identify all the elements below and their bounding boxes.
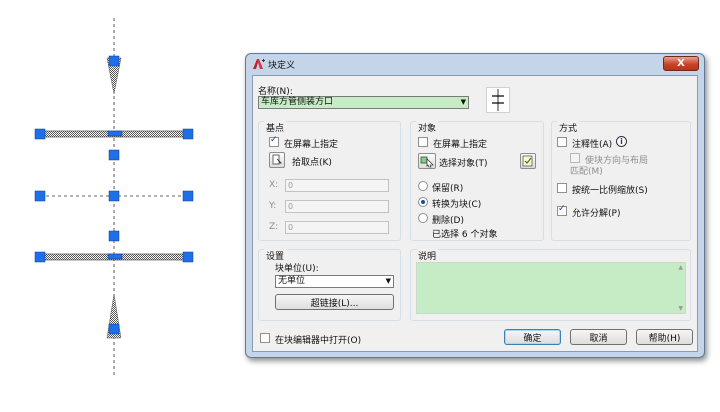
scale-uniformly-label: 按统一比例缩放(S) bbox=[572, 186, 648, 196]
cancel-button[interactable]: 取消 bbox=[570, 329, 627, 345]
grip-handle[interactable] bbox=[108, 149, 120, 161]
grip-handle[interactable] bbox=[34, 251, 46, 263]
pick-point-button[interactable] bbox=[269, 152, 285, 168]
description-group: 说明 ▲ ▼ bbox=[410, 249, 691, 321]
base-specify-on-screen-label: 在屏幕上指定 bbox=[284, 140, 339, 150]
close-button[interactable]: X bbox=[663, 56, 699, 71]
grip-handle[interactable] bbox=[107, 253, 123, 260]
z-coordinate-input[interactable]: 0 bbox=[285, 221, 389, 234]
select-objects-icon bbox=[420, 156, 434, 168]
pick-point-label: 拾取点(K) bbox=[292, 158, 332, 168]
objects-specify-on-screen-checkbox[interactable] bbox=[418, 137, 428, 147]
description-title: 说明 bbox=[416, 249, 439, 262]
grip-handle[interactable] bbox=[182, 128, 194, 140]
hyperlink-button[interactable]: 超链接(L)... bbox=[275, 294, 394, 310]
grip-handle[interactable] bbox=[34, 128, 46, 140]
behavior-title: 方式 bbox=[557, 121, 580, 134]
selected-count-label: 已选择 6 个对象 bbox=[432, 230, 498, 240]
annotative-label: 注释性(A) bbox=[572, 140, 613, 150]
help-button-label: 帮助(H) bbox=[648, 333, 681, 344]
help-button[interactable]: 帮助(H) bbox=[636, 329, 693, 345]
x-coordinate-input[interactable]: 0 bbox=[285, 179, 389, 192]
dialog-client-area: 名称(N): 车库方管侧装方口 ▼ 基点 在屏幕上指定 拾取点(K) bbox=[252, 75, 698, 352]
pick-point-icon bbox=[272, 154, 282, 165]
retain-label: 保留(R) bbox=[432, 184, 464, 194]
hyperlink-button-label: 超链接(L)... bbox=[310, 298, 359, 309]
ok-button[interactable]: 确定 bbox=[504, 329, 561, 345]
dropdown-arrow-icon[interactable]: ▼ bbox=[461, 97, 466, 108]
base-point-title: 基点 bbox=[264, 121, 287, 134]
match-orientation-checkbox[interactable] bbox=[570, 153, 580, 163]
grip-handle[interactable] bbox=[108, 190, 120, 202]
scroll-up-icon[interactable]: ▲ bbox=[678, 264, 683, 271]
objects-specify-on-screen-label: 在屏幕上指定 bbox=[433, 140, 488, 150]
convert-to-block-radio[interactable] bbox=[418, 197, 428, 207]
quick-select-icon bbox=[522, 155, 533, 167]
grip-handle[interactable] bbox=[107, 130, 123, 137]
base-point-group: 基点 在屏幕上指定 拾取点(K) X: 0 Y: 0 Z: 0 bbox=[258, 121, 401, 241]
dropdown-arrow-icon[interactable]: ▼ bbox=[386, 276, 391, 287]
block-preview bbox=[486, 87, 510, 113]
block-unit-label: 块单位(U): bbox=[275, 264, 319, 274]
grip-handle[interactable] bbox=[34, 190, 46, 202]
quick-select-button[interactable] bbox=[520, 153, 536, 169]
z-value: 0 bbox=[288, 223, 294, 232]
grip-handle[interactable] bbox=[182, 251, 194, 263]
y-label: Y: bbox=[269, 201, 277, 211]
block-name-combobox[interactable]: 车库方管侧装方口 ▼ bbox=[258, 96, 469, 109]
objects-title: 对象 bbox=[416, 121, 439, 134]
delete-radio[interactable] bbox=[418, 213, 428, 223]
description-textarea[interactable]: ▲ ▼ bbox=[416, 262, 686, 314]
z-label: Z: bbox=[269, 222, 279, 232]
delete-label: 删除(D) bbox=[432, 216, 464, 226]
grip-handle[interactable] bbox=[108, 55, 120, 67]
ok-button-label: 确定 bbox=[523, 333, 542, 344]
block-name-value: 车库方管侧装方口 bbox=[261, 97, 334, 107]
behavior-group: 方式 注释性(A) i 使块方向与布局 匹配(M) 按统一比例缩放(S) 允许分… bbox=[551, 121, 691, 241]
grip-handle[interactable] bbox=[182, 190, 194, 202]
close-icon: X bbox=[677, 58, 685, 69]
objects-group: 对象 在屏幕上指定 选择对象(T) 保留(R) 转换为块(C) 删除(D) 已选… bbox=[410, 121, 544, 241]
block-definition-dialog: 块定义 X 名称(N): 车库方管侧装方口 ▼ 基点 在屏幕上指定 bbox=[245, 53, 705, 358]
dialog-titlebar[interactable]: 块定义 X bbox=[246, 54, 704, 74]
allow-exploding-checkbox[interactable] bbox=[557, 204, 567, 216]
scale-uniformly-checkbox[interactable] bbox=[557, 183, 567, 193]
dialog-title: 块定义 bbox=[268, 61, 296, 71]
block-preview-icon bbox=[492, 89, 504, 111]
allow-exploding-label: 允许分解(P) bbox=[572, 209, 621, 219]
select-objects-button[interactable] bbox=[418, 153, 436, 169]
info-icon[interactable]: i bbox=[616, 136, 627, 147]
annotative-checkbox[interactable] bbox=[557, 137, 567, 147]
open-in-editor-checkbox[interactable] bbox=[260, 333, 270, 343]
y-value: 0 bbox=[288, 202, 294, 211]
settings-group: 设置 块单位(U): 无单位 ▼ 超链接(L)... bbox=[258, 249, 401, 321]
grip-handle[interactable] bbox=[108, 230, 120, 242]
block-unit-select[interactable]: 无单位 ▼ bbox=[275, 275, 394, 288]
x-label: X: bbox=[269, 180, 279, 190]
y-coordinate-input[interactable]: 0 bbox=[285, 200, 389, 213]
cad-drawing-area bbox=[34, 18, 194, 378]
open-in-editor-label: 在块编辑器中打开(O) bbox=[275, 336, 362, 346]
grip-handle[interactable] bbox=[108, 323, 120, 335]
select-objects-label: 选择对象(T) bbox=[439, 159, 488, 169]
autocad-app-icon bbox=[253, 59, 265, 69]
match-orientation-label-2: 匹配(M) bbox=[570, 167, 603, 177]
cancel-button-label: 取消 bbox=[589, 333, 608, 344]
x-value: 0 bbox=[288, 181, 294, 190]
block-unit-value: 无单位 bbox=[278, 276, 306, 286]
scroll-down-icon[interactable]: ▼ bbox=[678, 305, 683, 312]
retain-radio[interactable] bbox=[418, 181, 428, 191]
convert-to-block-label: 转换为块(C) bbox=[432, 200, 482, 210]
base-specify-on-screen-checkbox[interactable] bbox=[269, 135, 279, 147]
